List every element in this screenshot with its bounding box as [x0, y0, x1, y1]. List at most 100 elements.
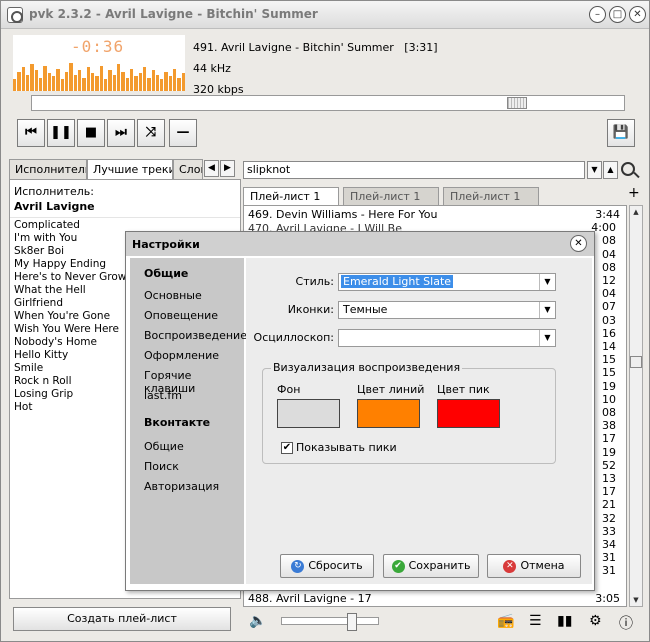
pause-icon[interactable]: ❚❚	[47, 119, 75, 147]
spectrum-bar	[155, 74, 160, 91]
next-icon[interactable]: ⏭	[107, 119, 135, 147]
list-icon[interactable]: ☰	[529, 613, 542, 629]
row-time: 19	[602, 379, 616, 393]
spectrum-bar	[60, 79, 64, 91]
cancel-button[interactable]: ✕ Отмена	[487, 554, 581, 578]
chevron-down-icon: ▼	[539, 274, 555, 290]
playlist-tab-label: Плей-лист 1	[250, 190, 321, 203]
minimize-icon[interactable]: –	[589, 6, 606, 23]
row-time: 31	[602, 564, 616, 578]
prev-icon[interactable]: ⏮	[17, 119, 45, 147]
nav-item-main[interactable]: Основные	[144, 289, 202, 302]
oscilloscope-label: Осциллоскоп:	[253, 331, 334, 344]
refresh-icon: ↻	[291, 559, 305, 573]
spectrum-bar	[108, 70, 112, 91]
nav-item-appearance[interactable]: Оформление	[144, 349, 219, 362]
spectrum-bar	[86, 67, 90, 91]
tab-playlist-3[interactable]: Плей-лист 1	[443, 187, 539, 205]
checkbox-check-icon[interactable]: ✔	[281, 442, 293, 454]
tab-right-arrow-icon[interactable]: ▶	[220, 160, 235, 177]
scroll-thumb[interactable]	[630, 356, 642, 368]
save-button[interactable]: ✔ Сохранить	[383, 554, 479, 578]
title-bar: pvk 2.3.2 - Avril Lavigne - Bitchin' Sum…	[1, 1, 649, 29]
maximize-icon[interactable]: □	[609, 6, 626, 23]
info-icon[interactable]: ⓘ	[619, 613, 633, 633]
scroll-down-icon[interactable]: ▼	[630, 594, 642, 606]
row-time: 38	[602, 419, 616, 433]
spectrum-bar	[164, 71, 168, 91]
dialog-header: Настройки ✕	[126, 232, 594, 256]
search-dropdown-icon[interactable]: ▼	[587, 161, 602, 179]
settings-body: Стиль: Emerald Light Slate ▼ Иконки: Тем…	[246, 258, 592, 584]
volume-handle[interactable]	[347, 613, 358, 631]
app-icon	[7, 7, 23, 23]
row-time: 32	[602, 511, 616, 525]
seek-bar[interactable]	[31, 95, 625, 111]
tab-words[interactable]: Слов	[173, 159, 203, 179]
dialog-title: Настройки	[132, 238, 200, 251]
group-title: Визуализация воспроизведения	[271, 361, 463, 374]
tab-top-tracks[interactable]: Лучшие треки	[87, 159, 173, 180]
gear-icon[interactable]: ⚙	[589, 613, 602, 629]
row-time: 13	[602, 472, 616, 485]
playlist-scrollbar[interactable]: ▲ ▼	[629, 205, 643, 607]
dialog-close-icon[interactable]: ✕	[570, 235, 587, 252]
create-playlist-button[interactable]: Создать плей-лист	[13, 607, 231, 631]
line-color-swatch[interactable]	[357, 399, 420, 428]
volume-icon[interactable]: 🔈	[249, 613, 266, 629]
row-time: 21	[602, 498, 616, 512]
nav-item-notifications[interactable]: Оповещение	[144, 309, 218, 322]
playlist-row[interactable]: 488. Avril Lavigne - 17 3:05	[248, 592, 620, 606]
seek-handle[interactable]	[506, 97, 527, 109]
track-frequency: 44 kHz	[193, 62, 231, 75]
save-icon[interactable]: 💾	[607, 119, 635, 147]
spectrum-bar	[34, 70, 38, 91]
tab-playlist-2[interactable]: Плей-лист 1	[343, 187, 439, 205]
row-time: 08	[602, 234, 616, 248]
spectrum-bar	[56, 68, 60, 91]
peak-color-swatch[interactable]	[437, 399, 500, 428]
style-value: Emerald Light Slate	[341, 275, 454, 288]
search-icon[interactable]	[621, 162, 635, 176]
visualization-group: Визуализация воспроизведения Фон Цвет ли…	[262, 361, 556, 464]
search-up-icon[interactable]: ▲	[603, 161, 618, 179]
row-time: 19	[602, 445, 616, 459]
left-tabs: Исполнитель Лучшие треки Слов ◀ ▶	[9, 159, 241, 180]
cancel-label: Отмена	[520, 559, 565, 572]
nav-item-vk-general[interactable]: Общие	[144, 440, 184, 453]
show-peaks-checkbox[interactable]: ✔ Показывать пики	[281, 441, 397, 454]
nav-item-vk-auth[interactable]: Авторизация	[144, 480, 219, 493]
playlist-row[interactable]: 469. Devin Williams - Here For You 3:44	[248, 208, 620, 222]
radio-icon[interactable]: 📻	[497, 613, 514, 629]
peak-color-label: Цвет пик	[437, 383, 490, 396]
style-select[interactable]: Emerald Light Slate ▼	[338, 273, 556, 291]
equalizer-icon[interactable]: ▮▮	[557, 613, 572, 629]
row-time: 4:00	[591, 221, 616, 235]
row-time: 33	[602, 524, 616, 538]
bg-color-swatch[interactable]	[277, 399, 340, 428]
icons-value: Темные	[343, 303, 388, 316]
tab-playlist-1[interactable]: Плей-лист 1 ✕	[243, 187, 339, 216]
minus-icon[interactable]: —	[169, 119, 197, 147]
row-time: 04	[602, 247, 616, 261]
spectrum-bar	[142, 67, 147, 91]
tab-artist[interactable]: Исполнитель	[9, 159, 87, 179]
search-input[interactable]: slipknot	[243, 161, 585, 179]
nav-item-vk-search[interactable]: Поиск	[144, 460, 179, 473]
oscilloscope-select[interactable]: ▼	[338, 329, 556, 347]
add-playlist-icon[interactable]: +	[628, 185, 640, 201]
icons-select[interactable]: Темные ▼	[338, 301, 556, 319]
spectrum-bar	[177, 77, 181, 91]
spectrum-bar	[82, 77, 86, 91]
close-icon[interactable]: ✕	[629, 6, 646, 23]
spectrum-bar	[90, 73, 95, 91]
volume-slider[interactable]	[281, 613, 379, 631]
nav-item-lastfm[interactable]: last.fm	[144, 389, 182, 402]
stop-icon[interactable]: ■	[77, 119, 105, 147]
artist-label: Исполнитель:	[14, 185, 94, 198]
tab-left-arrow-icon[interactable]: ◀	[204, 160, 219, 177]
nav-item-playback[interactable]: Воспроизведение	[144, 329, 247, 342]
reset-button[interactable]: ↻ Сбросить	[280, 554, 374, 578]
scroll-up-icon[interactable]: ▲	[630, 206, 642, 218]
shuffle-icon[interactable]: ⤨	[137, 119, 165, 147]
